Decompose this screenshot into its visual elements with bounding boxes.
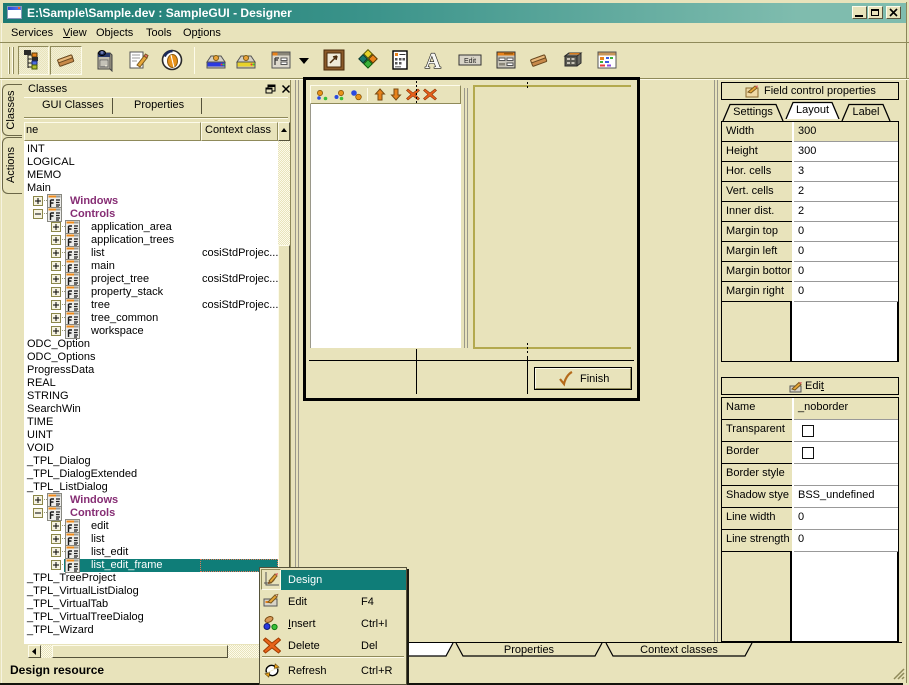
svg-text:A: A	[425, 48, 441, 72]
svg-text:Edit: Edit	[464, 58, 476, 65]
